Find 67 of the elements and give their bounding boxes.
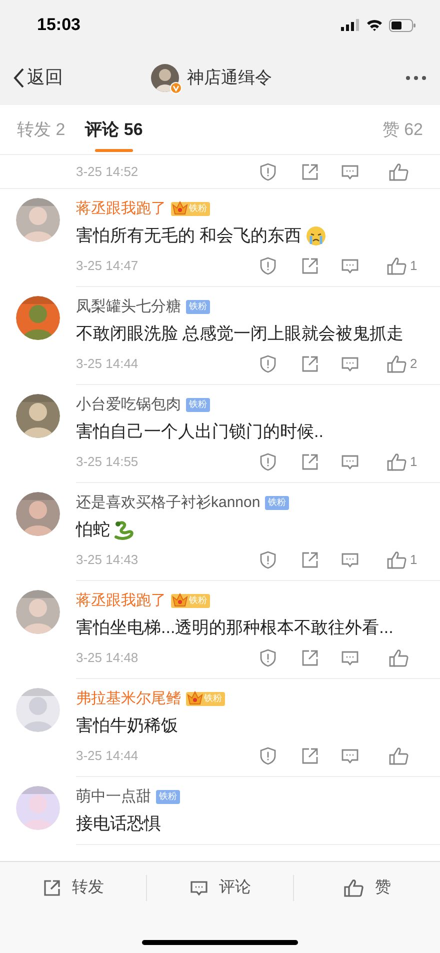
comment-button[interactable]: 评论 — [146, 875, 293, 901]
user-name[interactable]: 萌中一点甜 — [76, 786, 151, 808]
fan-badge: 铁粉 — [171, 202, 210, 216]
fan-badge: 铁粉 — [186, 300, 210, 314]
comment-text: 接电话恐惧 — [76, 813, 161, 836]
comment-text: 害怕所有无毛的 和会飞的东西 — [76, 225, 302, 248]
thumbs-up-icon — [343, 878, 365, 898]
tab[interactable]: 评论 56 — [85, 105, 143, 154]
thumbs-up-icon[interactable] — [386, 452, 408, 472]
crying-face-icon — [306, 226, 326, 246]
wifi-icon — [366, 19, 383, 31]
report-icon[interactable] — [258, 452, 278, 472]
user-name[interactable]: 小台爱吃锅包肉 — [76, 394, 181, 416]
thumbs-up-icon[interactable] — [386, 550, 408, 570]
share-icon[interactable] — [300, 162, 320, 182]
comment-time: 3-25 14:55 — [76, 453, 138, 472]
more-icon[interactable] — [405, 74, 427, 80]
report-icon[interactable] — [258, 746, 278, 766]
back-button[interactable]: 返回 — [13, 64, 63, 91]
comment-time: 3-25 14:48 — [76, 649, 138, 668]
status-time: 15:03 — [37, 14, 80, 36]
thumbs-up-icon[interactable] — [386, 256, 408, 276]
thumbs-up-icon[interactable] — [388, 746, 410, 766]
fan-badge: 铁粉 — [156, 790, 180, 804]
share-icon[interactable] — [300, 550, 320, 570]
report-icon[interactable] — [258, 162, 278, 182]
share-icon[interactable] — [300, 648, 320, 668]
comment-time: 3-25 14:44 — [76, 355, 138, 374]
snake-icon — [114, 520, 136, 540]
report-icon[interactable] — [258, 354, 278, 374]
share-icon[interactable] — [300, 746, 320, 766]
comment-text: 怕蛇 — [76, 519, 110, 542]
user-name[interactable]: 凤梨罐头七分糖 — [76, 296, 181, 318]
comment-icon — [189, 878, 209, 898]
signal-icon — [341, 19, 360, 31]
back-icon[interactable] — [13, 66, 25, 88]
report-icon[interactable] — [258, 256, 278, 276]
comment-time: 3-25 14:44 — [76, 747, 138, 766]
repost-button[interactable]: 转发 — [0, 875, 146, 901]
comment-time: 3-25 14:52 — [76, 162, 138, 181]
comment-time: 3-25 14:47 — [76, 257, 138, 276]
like-button[interactable]: 赞 — [293, 875, 440, 901]
comment-text: 害怕牛奶稀饭 — [76, 715, 178, 738]
share-icon — [42, 878, 62, 898]
battery-icon — [389, 18, 416, 32]
report-icon[interactable] — [258, 550, 278, 570]
like-count: 1 — [410, 453, 418, 472]
user-name[interactable]: 还是喜欢买格子衬衫kannon — [76, 492, 260, 514]
comment-text: 不敢闭眼洗脸 总感觉一闭上眼就会被鬼抓走 — [76, 323, 404, 346]
comment-time: 3-25 14:43 — [76, 551, 138, 570]
share-icon[interactable] — [300, 354, 320, 374]
page-title: 神店通缉令 — [187, 66, 272, 89]
comment-text: 害怕自己一个人出门锁门的时候.. — [76, 421, 324, 444]
fan-badge: 铁粉 — [186, 398, 210, 412]
like-count: 1 — [410, 551, 418, 570]
share-icon[interactable] — [300, 256, 320, 276]
fan-badge: 铁粉 — [171, 594, 210, 608]
thumbs-up-icon[interactable] — [388, 162, 410, 182]
comment-text: 害怕坐电梯...透明的那种根本不敢往外看... — [76, 617, 394, 640]
fan-badge: 铁粉 — [186, 692, 225, 706]
thumbs-up-icon[interactable] — [388, 648, 410, 668]
like-count: 1 — [410, 257, 418, 276]
thumbs-up-icon[interactable] — [386, 354, 408, 374]
report-icon[interactable] — [258, 648, 278, 668]
like-count: 2 — [410, 355, 418, 374]
share-icon[interactable] — [300, 452, 320, 472]
fan-badge: 铁粉 — [265, 496, 290, 510]
